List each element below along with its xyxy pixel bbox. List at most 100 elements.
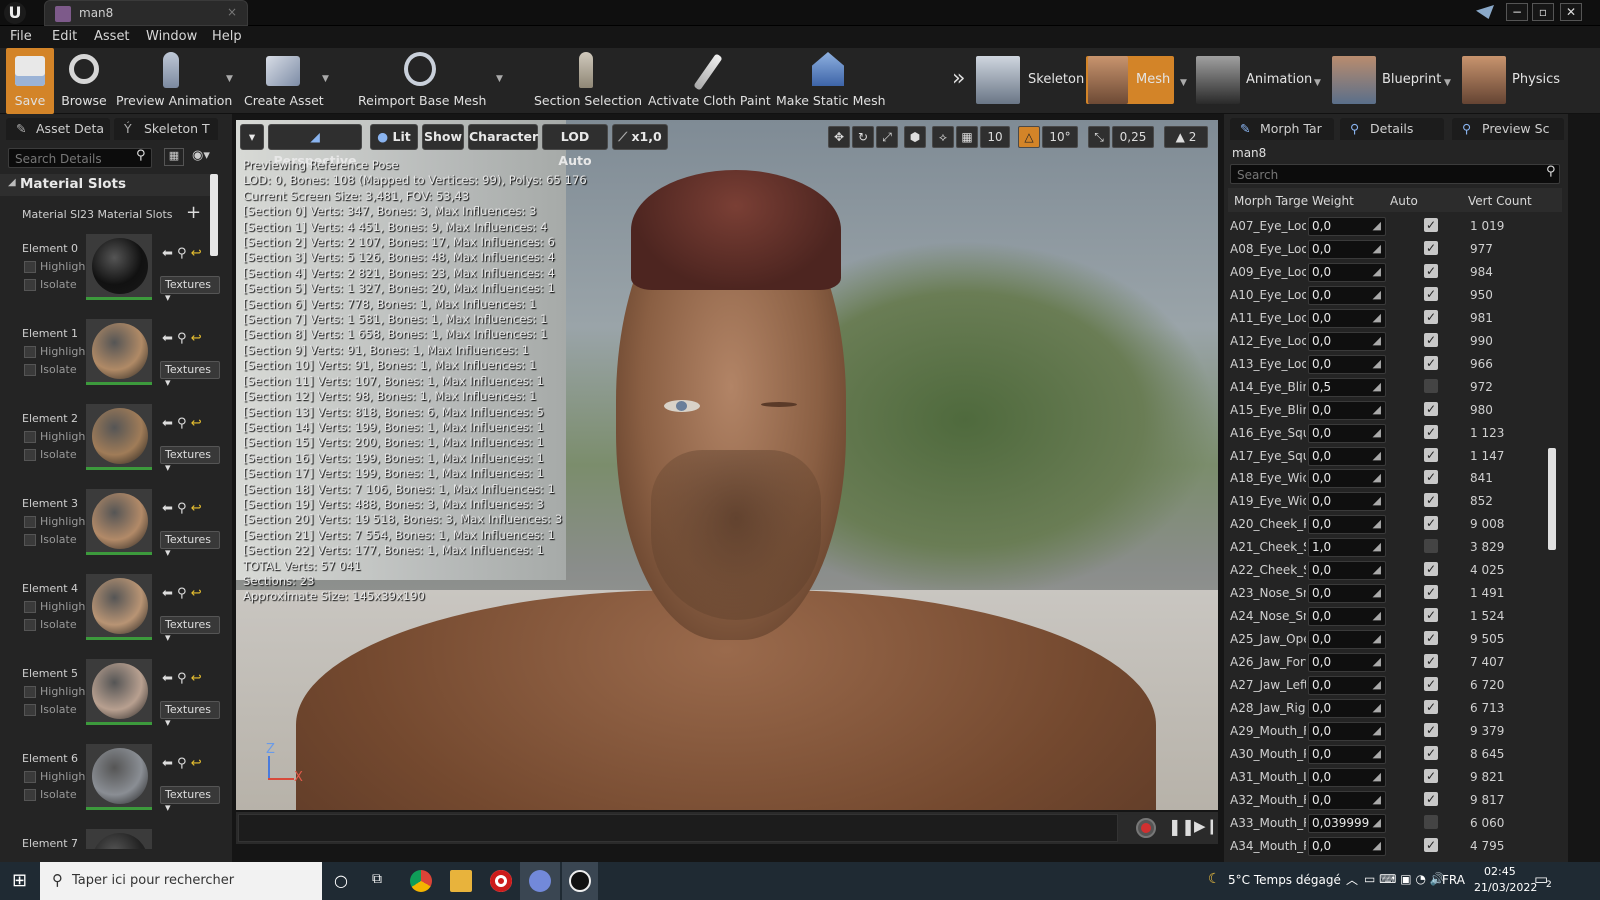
isolate-checkbox[interactable] [24, 534, 36, 546]
tab-skeleton-tree[interactable]: Ý Skeleton T [114, 118, 218, 140]
task-view-icon[interactable]: ⧉ [372, 871, 382, 887]
taskbar-search-input[interactable]: Taper ici pour rechercher [40, 862, 322, 900]
morph-target-row[interactable]: A30_Mouth_P 0,0 ◢ ✓ 8 645 [1230, 744, 1560, 766]
textures-dropdown[interactable]: Textures ▾ [160, 446, 220, 474]
auto-checkbox[interactable]: ✓ [1424, 332, 1438, 347]
use-selected-arrow-icon[interactable]: ⬅ [162, 331, 173, 346]
scale-snap-value[interactable]: 0,25 [1112, 126, 1154, 148]
auto-checkbox[interactable]: ✓ [1424, 654, 1438, 669]
mode-physics-button[interactable]: Physics [1462, 56, 1572, 104]
textures-dropdown[interactable]: Textures ▾ [160, 616, 220, 644]
reset-to-default-icon[interactable]: ↩ [191, 501, 202, 516]
morph-target-row[interactable]: A25_Jaw_Open 0,0 ◢ ✓ 9 505 [1230, 629, 1560, 651]
column-vert-count[interactable]: Vert Count [1468, 194, 1532, 208]
weight-input[interactable]: 0,0 ◢ [1308, 584, 1386, 604]
coordinate-space-icon[interactable]: ⬢ [904, 126, 926, 148]
auto-checkbox[interactable]: ✓ [1424, 516, 1438, 531]
column-morph-target[interactable]: Morph Targe [1234, 194, 1308, 208]
morph-target-row[interactable]: A11_Eye_Look 0,0 ◢ ✓ 981 [1230, 308, 1560, 330]
grid-snap-icon[interactable]: ▦ [956, 126, 978, 148]
character-button[interactable]: Character [468, 124, 538, 150]
textures-dropdown[interactable]: Textures ▾ [160, 701, 220, 729]
toolbar-overflow-icon[interactable]: » [952, 66, 965, 91]
weight-input[interactable]: 0,0 ◢ [1308, 698, 1386, 718]
playback-speed-button[interactable]: ⟋ x1,0 [612, 124, 668, 150]
reset-to-default-icon[interactable]: ↩ [191, 756, 202, 771]
section-selection-button[interactable]: Section Selection [534, 48, 642, 114]
viewport-options-dropdown[interactable]: ▾ [240, 124, 264, 150]
make-static-mesh-button[interactable]: Make Static Mesh [776, 48, 886, 114]
browse-button[interactable]: Browse [58, 48, 110, 114]
reset-to-default-icon[interactable]: ↩ [191, 246, 202, 261]
morph-target-row[interactable]: A26_Jaw_Forw 0,0 ◢ ✓ 7 407 [1230, 652, 1560, 674]
morph-target-row[interactable]: A16_Eye_Squi 0,0 ◢ ✓ 1 123 [1230, 423, 1560, 445]
morph-target-row[interactable]: A29_Mouth_Fu 0,0 ◢ ✓ 9 379 [1230, 721, 1560, 743]
material-thumbnail[interactable] [86, 744, 152, 810]
tab-preview-scene[interactable]: ⚲ Preview Sc [1452, 118, 1564, 140]
morph-target-row[interactable]: A15_Eye_Blink 0,0 ◢ ✓ 980 [1230, 400, 1560, 422]
auto-checkbox[interactable]: ✓ [1424, 355, 1438, 370]
mode-animation-button[interactable]: Animation [1196, 56, 1312, 104]
morph-target-row[interactable]: A14_Eye_Blink 0,5 ◢ ✓ 972 [1230, 377, 1560, 399]
mesh-mode-dropdown-icon[interactable]: ▼ [1180, 78, 1187, 88]
opera-icon[interactable] [490, 870, 512, 892]
tab-asset-details[interactable]: ✎ Asset Deta [6, 118, 110, 140]
mode-mesh-button[interactable]: Mesh [1086, 56, 1174, 104]
create-asset-button[interactable]: Create Asset [244, 48, 324, 114]
menu-window[interactable]: Window [146, 29, 197, 44]
reimport-dropdown-icon[interactable]: ▼ [496, 74, 503, 84]
save-button[interactable]: Save [6, 48, 54, 114]
weight-input[interactable]: 0,0 ◢ [1308, 561, 1386, 581]
clock-time[interactable]: 02:45 [1484, 865, 1516, 878]
auto-checkbox[interactable]: ✓ [1424, 218, 1438, 232]
camera-speed-button[interactable]: ▲ 2 [1164, 126, 1208, 148]
morph-target-row[interactable]: A18_Eye_Wide 0,0 ◢ ✓ 841 [1230, 468, 1560, 490]
unreal-logo-icon[interactable]: U [4, 2, 26, 24]
morph-target-row[interactable]: A19_Eye_Wide 0,0 ◢ ✓ 852 [1230, 491, 1560, 513]
weight-input[interactable]: 0,0 ◢ [1308, 492, 1386, 512]
weight-input[interactable]: 0,0 ◢ [1308, 607, 1386, 627]
language-indicator[interactable]: FRA [1442, 873, 1465, 887]
step-forward-icon[interactable]: ▶❙ [1194, 817, 1218, 835]
morph-target-row[interactable]: A34_Mouth_Ri 0,0 ◢ ✓ 4 795 [1230, 836, 1560, 858]
preview-animation-dropdown-icon[interactable]: ▼ [226, 74, 233, 84]
scale-mode-icon[interactable]: ⤢ [876, 126, 898, 148]
cortana-icon[interactable]: ○ [334, 871, 348, 890]
animation-mode-dropdown-icon[interactable]: ▼ [1314, 78, 1321, 88]
reset-to-default-icon[interactable]: ↩ [191, 331, 202, 346]
weight-input[interactable]: 0,5 ◢ [1308, 377, 1386, 397]
weight-input[interactable]: 0,0 ◢ [1308, 331, 1386, 351]
lit-button[interactable]: ● Lit [370, 124, 418, 150]
browse-asset-icon[interactable]: ⚲ [177, 501, 187, 516]
material-thumbnail[interactable] [86, 234, 152, 300]
auto-checkbox[interactable]: ✓ [1424, 309, 1438, 324]
left-panel-scrollbar[interactable] [210, 174, 218, 256]
weather-text[interactable]: 5°C Temps dégagé [1228, 873, 1341, 887]
add-material-slot-button[interactable]: + [186, 202, 201, 223]
pause-icon[interactable]: ❚❚ [1168, 817, 1195, 836]
mode-skeleton-button[interactable]: Skeleton [976, 56, 1084, 104]
menu-help[interactable]: Help [212, 29, 242, 44]
highlight-checkbox[interactable] [24, 261, 36, 273]
mode-blueprint-button[interactable]: Blueprint [1332, 56, 1442, 104]
auto-checkbox[interactable]: ✓ [1424, 263, 1438, 278]
rotation-snap-icon[interactable]: △ [1018, 126, 1040, 148]
record-button[interactable] [1136, 818, 1156, 838]
weight-input[interactable]: 0,0 ◢ [1308, 400, 1386, 420]
auto-checkbox[interactable]: ✓ [1424, 699, 1438, 714]
lod-auto-button[interactable]: LOD Auto [542, 124, 608, 168]
morph-list-scrollbar[interactable] [1548, 448, 1556, 550]
auto-checkbox[interactable]: ✓ [1424, 745, 1438, 760]
textures-dropdown[interactable]: Textures ▾ [160, 786, 220, 814]
auto-checkbox[interactable]: ✓ [1424, 378, 1438, 393]
highlight-checkbox[interactable] [24, 431, 36, 443]
unreal-taskbar-slot[interactable] [562, 862, 598, 900]
highlight-checkbox[interactable] [24, 516, 36, 528]
weight-input[interactable]: 0,0 ◢ [1308, 446, 1386, 466]
highlight-checkbox[interactable] [24, 346, 36, 358]
morph-search-input[interactable]: Search [1230, 164, 1560, 184]
weight-input[interactable]: 0,0 ◢ [1308, 285, 1386, 305]
preview-animation-button[interactable]: Preview Animation [116, 48, 232, 114]
surface-snap-icon[interactable]: ⟡ [932, 126, 954, 148]
auto-checkbox[interactable]: ✓ [1424, 585, 1438, 600]
